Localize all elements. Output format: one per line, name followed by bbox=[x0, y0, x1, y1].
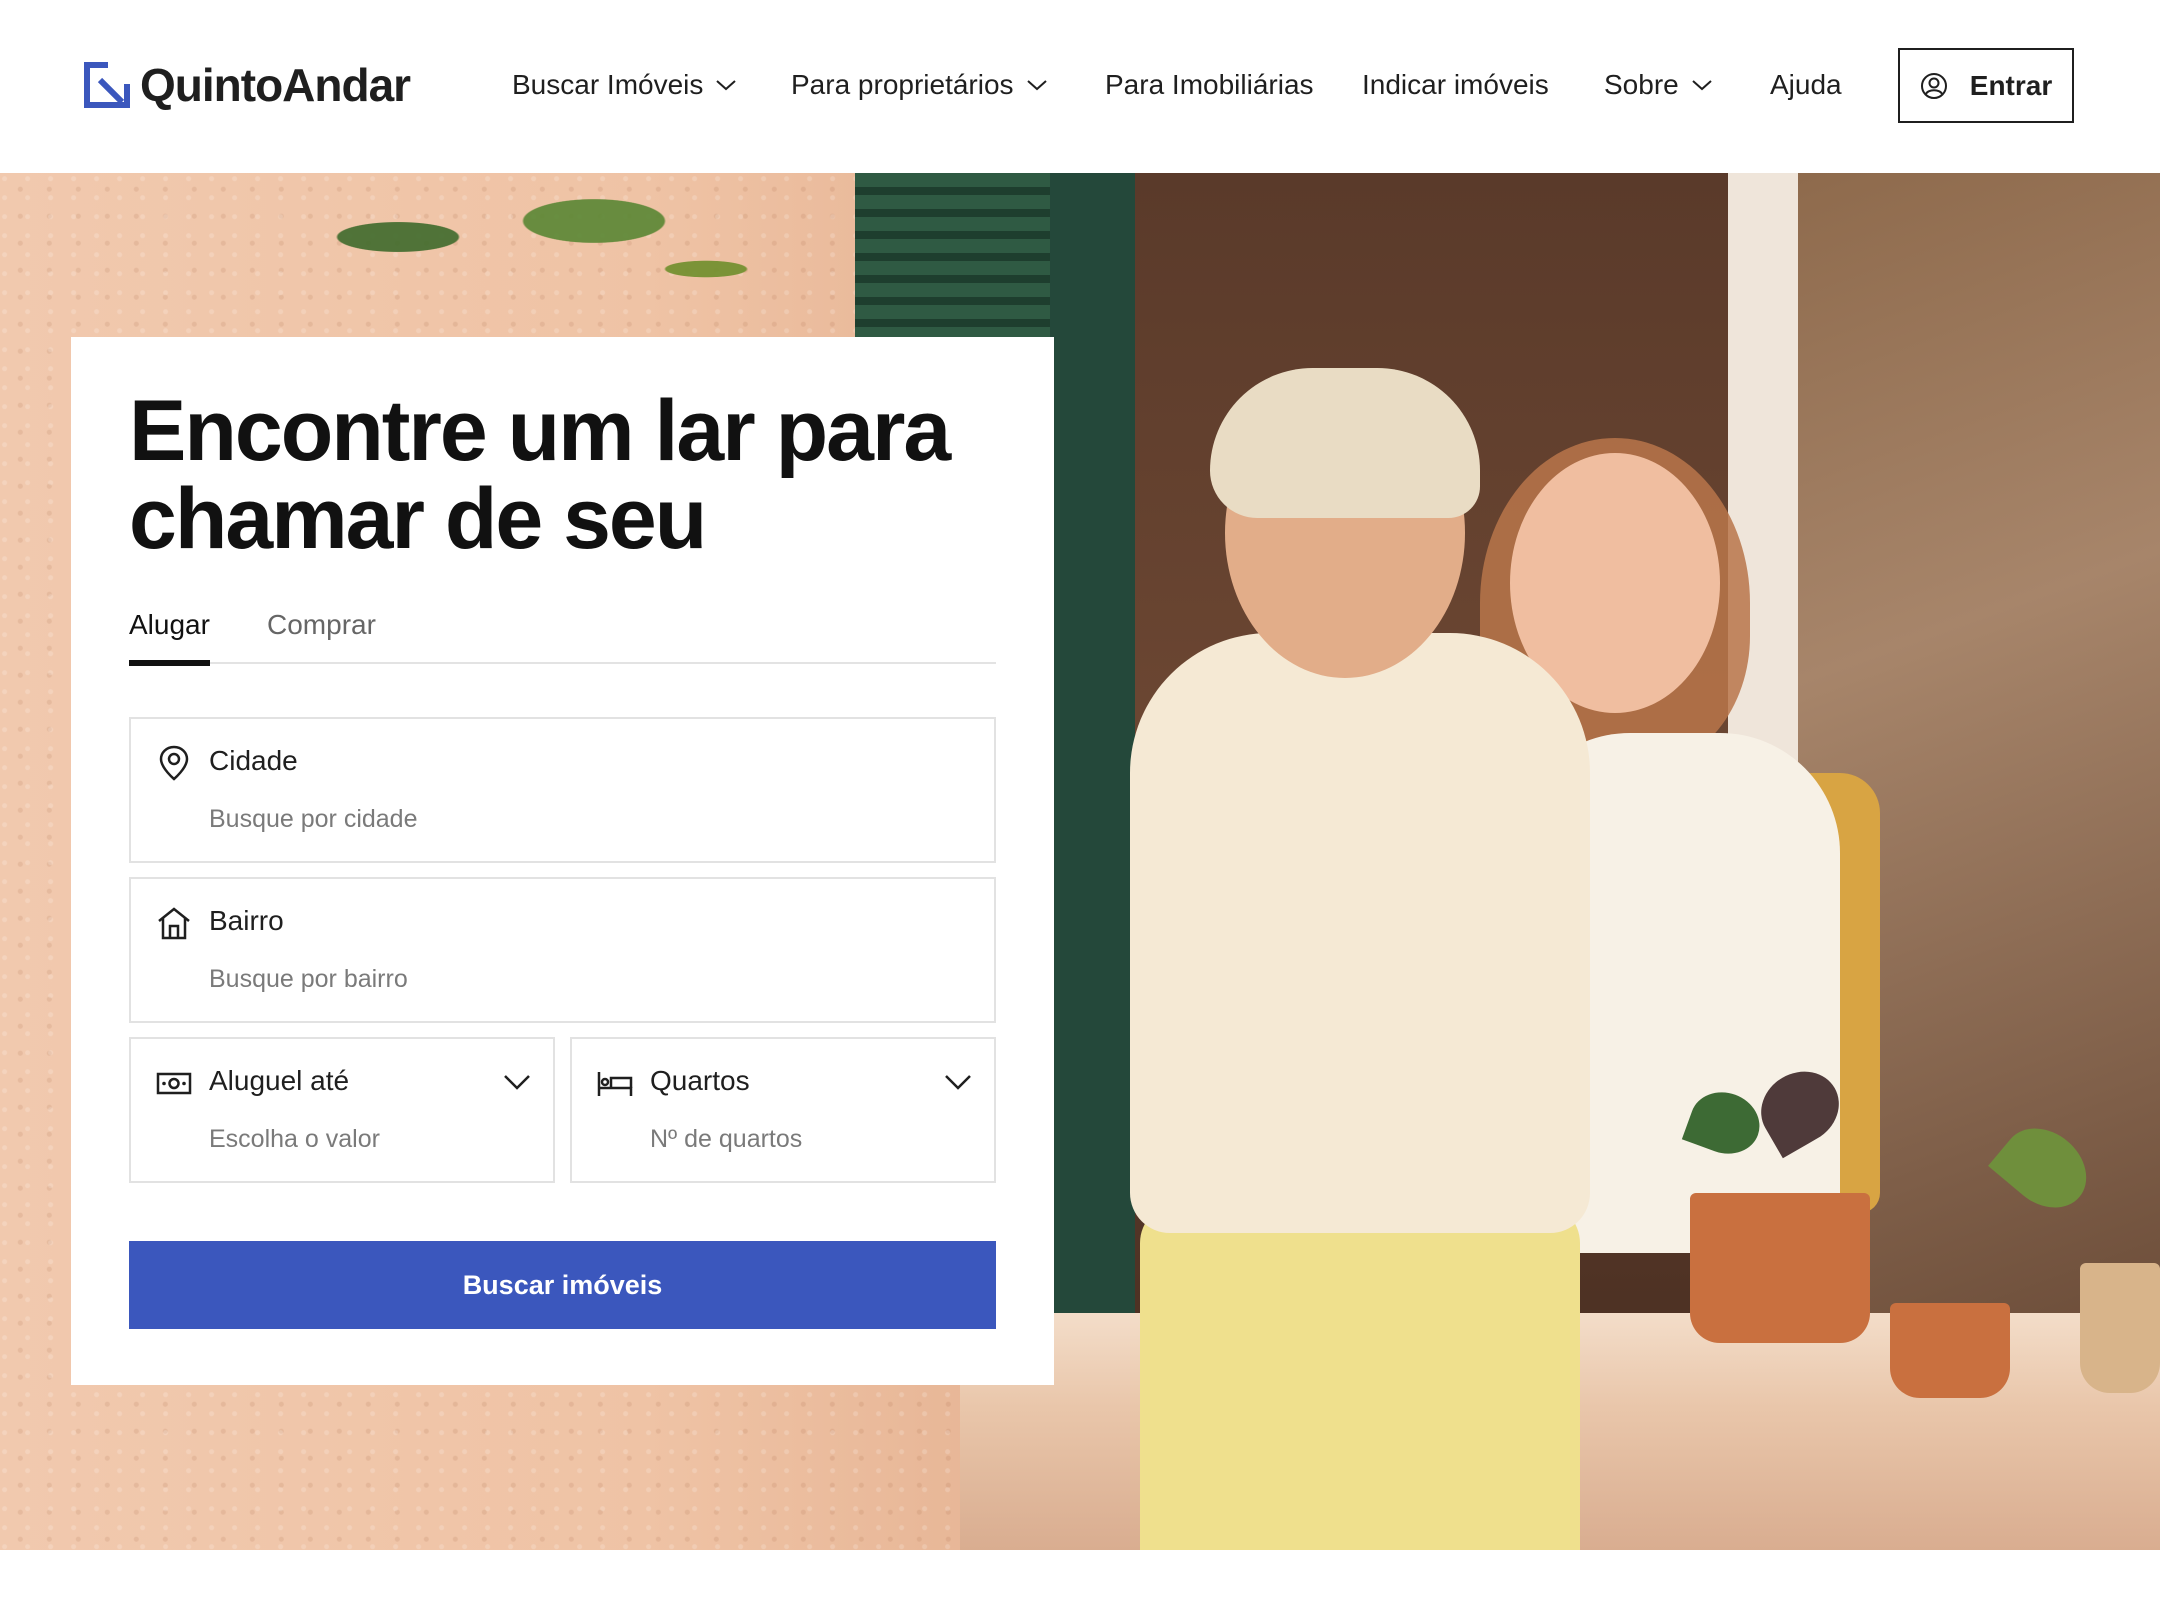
person-a-shirt bbox=[1130, 633, 1590, 1233]
city-field[interactable]: Cidade bbox=[129, 717, 996, 863]
neighborhood-field[interactable]: Bairro bbox=[129, 877, 996, 1023]
rent-select[interactable]: Aluguel até Escolha o valor bbox=[129, 1037, 555, 1183]
login-button[interactable]: Entrar bbox=[1898, 48, 2074, 123]
rent-placeholder: Escolha o valor bbox=[209, 1125, 380, 1153]
chevron-down-icon bbox=[1026, 80, 1047, 91]
page-title: Encontre um lar para chamar de seu bbox=[129, 383, 951, 567]
plant-pot bbox=[1690, 1193, 1870, 1343]
neighborhood-input[interactable] bbox=[209, 965, 814, 994]
chevron-down-icon bbox=[504, 1075, 530, 1090]
nav-label: Buscar Imóveis bbox=[512, 69, 704, 100]
tab-comprar[interactable]: Comprar bbox=[267, 607, 376, 664]
logo-mark-icon bbox=[84, 62, 130, 108]
chevron-down-icon bbox=[1692, 80, 1712, 91]
search-tabs: Alugar Comprar bbox=[129, 607, 996, 666]
rooms-select[interactable]: Quartos Nº de quartos bbox=[570, 1037, 996, 1183]
user-icon bbox=[1920, 72, 1947, 99]
rent-label: Aluguel até bbox=[209, 1065, 350, 1096]
chevron-down-icon bbox=[945, 1075, 971, 1090]
shutter-frame bbox=[1050, 173, 1135, 1313]
nav-label: Para Imobiliárias bbox=[1105, 69, 1314, 100]
city-label: Cidade bbox=[209, 745, 298, 776]
login-label: Entrar bbox=[1969, 69, 2053, 101]
plant-pot bbox=[2080, 1263, 2160, 1393]
plant-pot bbox=[1890, 1303, 2010, 1398]
nav-label: Indicar imóveis bbox=[1362, 69, 1549, 100]
nav-ajuda[interactable]: Ajuda bbox=[1770, 60, 1842, 110]
person-a-pants bbox=[1140, 1203, 1580, 1550]
tab-alugar[interactable]: Alugar bbox=[129, 607, 210, 666]
quintoandar-logo[interactable]: QuintoAndar bbox=[84, 59, 411, 111]
nav-para-imobiliarias[interactable]: Para Imobiliárias bbox=[1105, 60, 1314, 110]
money-icon bbox=[156, 1072, 192, 1095]
search-card: Encontre um lar para chamar de seu Aluga… bbox=[71, 337, 1054, 1385]
nav-para-proprietarios[interactable]: Para proprietários bbox=[791, 60, 1048, 110]
site-header: QuintoAndar Buscar Imóveis Para propriet… bbox=[0, 0, 2160, 173]
chevron-down-icon bbox=[716, 80, 737, 91]
rooms-label: Quartos bbox=[650, 1065, 750, 1096]
nav-indicar-imoveis[interactable]: Indicar imóveis bbox=[1362, 60, 1549, 110]
hanging-plant bbox=[230, 173, 790, 333]
neighborhood-label: Bairro bbox=[209, 905, 284, 936]
house-icon bbox=[158, 907, 190, 940]
search-submit-button[interactable]: Buscar imóveis bbox=[129, 1241, 996, 1329]
person-a-hair bbox=[1210, 368, 1480, 518]
nav-label: Para proprietários bbox=[791, 69, 1014, 100]
logo-text: QuintoAndar bbox=[140, 59, 411, 111]
nav-label: Ajuda bbox=[1770, 69, 1842, 100]
location-pin-icon bbox=[159, 745, 189, 781]
city-input[interactable] bbox=[209, 805, 814, 834]
nav-sobre[interactable]: Sobre bbox=[1604, 60, 1713, 110]
nav-buscar-imoveis[interactable]: Buscar Imóveis bbox=[512, 60, 737, 110]
bed-icon bbox=[597, 1072, 633, 1096]
nav-label: Sobre bbox=[1604, 69, 1679, 100]
rooms-placeholder: Nº de quartos bbox=[650, 1125, 803, 1153]
